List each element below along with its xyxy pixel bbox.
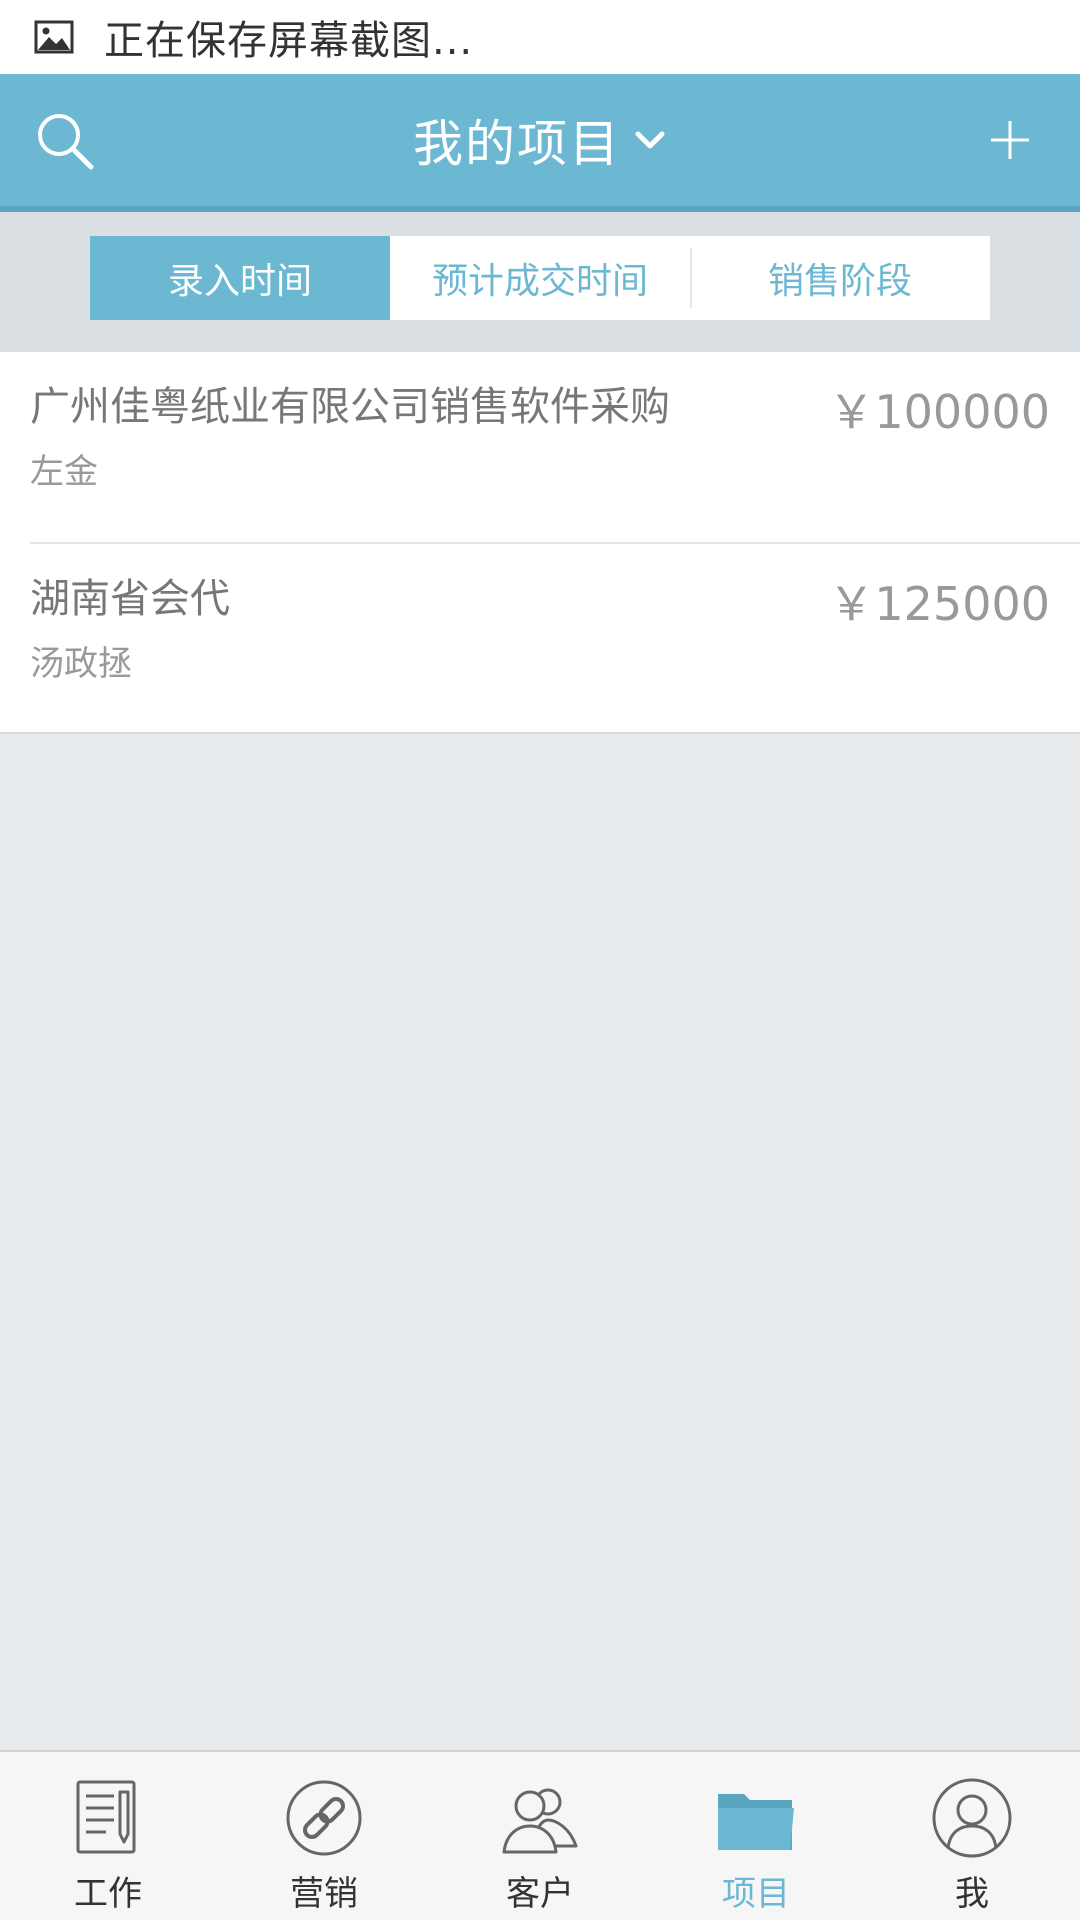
tab-label: 我 <box>955 1874 989 1914</box>
project-amount: ￥125000 <box>828 577 1050 631</box>
project-name: 广州佳粤纸业有限公司销售软件采购 <box>30 384 670 430</box>
add-project-button[interactable] <box>980 110 1040 170</box>
tab-work[interactable]: 工作 <box>0 1752 216 1920</box>
tab-entry-time[interactable]: 录入时间 <box>90 236 390 320</box>
project-name: 湖南省会代 <box>30 576 230 622</box>
tab-label: 工作 <box>74 1874 142 1914</box>
list-item[interactable]: 湖南省会代 汤政拯 ￥125000 <box>30 544 1080 732</box>
tab-label: 客户 <box>506 1874 574 1914</box>
tab-me[interactable]: 我 <box>864 1752 1080 1920</box>
plus-icon <box>991 121 1029 159</box>
title-dropdown[interactable]: 我的项目 <box>0 74 1080 206</box>
tab-sales-stage[interactable]: 销售阶段 <box>690 236 990 320</box>
project-owner: 汤政拯 <box>30 644 132 684</box>
sort-bar: 录入时间 预计成交时间 销售阶段 <box>0 212 1080 352</box>
link-icon <box>286 1780 362 1856</box>
document-icon <box>76 1780 136 1854</box>
tab-projects[interactable]: 项目 <box>648 1752 864 1920</box>
tab-label: 营销 <box>290 1874 358 1914</box>
project-owner: 左金 <box>30 452 98 492</box>
project-amount: ￥100000 <box>828 385 1050 439</box>
status-text: 正在保存屏幕截图... <box>104 18 474 64</box>
tab-expected-close-time[interactable]: 预计成交时间 <box>390 236 690 320</box>
users-icon <box>502 1788 578 1854</box>
app-header: 我的项目 <box>0 74 1080 212</box>
project-list: 广州佳粤纸业有限公司销售软件采购 左金 ￥100000 湖南省会代 汤政拯 ￥1… <box>0 352 1080 734</box>
folder-icon <box>718 1794 794 1850</box>
status-bar: 正在保存屏幕截图... <box>0 0 1080 74</box>
image-icon <box>34 20 74 54</box>
list-item[interactable]: 广州佳粤纸业有限公司销售软件采购 左金 ￥100000 <box>30 352 1080 544</box>
bottom-tab-bar: 工作 营销 客户 项目 我 <box>0 1750 1080 1920</box>
user-icon <box>932 1778 1012 1858</box>
tab-customers[interactable]: 客户 <box>432 1752 648 1920</box>
page-title: 我的项目 <box>413 115 621 173</box>
tab-label: 项目 <box>722 1874 790 1914</box>
sort-segmented-control: 录入时间 预计成交时间 销售阶段 <box>90 236 990 320</box>
chevron-down-icon <box>635 131 665 149</box>
tab-marketing[interactable]: 营销 <box>216 1752 432 1920</box>
